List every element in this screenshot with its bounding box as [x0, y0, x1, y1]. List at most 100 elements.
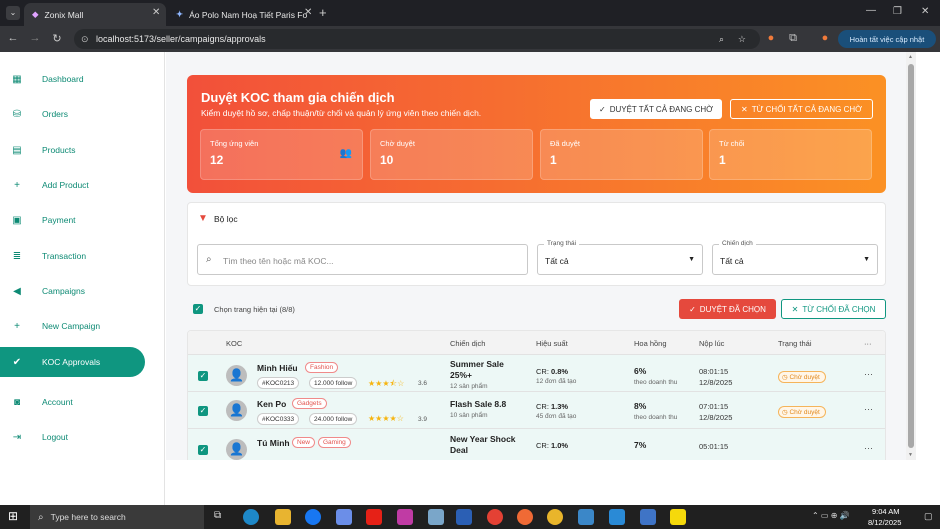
sidebar-item-add-product[interactable]: + Add Product	[0, 170, 145, 200]
site-info-icon: ⊙	[81, 33, 89, 44]
sidebar-item-logout[interactable]: ⇥ Logout	[0, 422, 145, 452]
campaign-value: Tất cả	[720, 256, 744, 266]
app-icon[interactable]	[428, 509, 444, 525]
youtube-icon[interactable]	[366, 509, 382, 525]
sidebar-item-campaigns[interactable]: ◀ Campaigns	[0, 276, 145, 306]
sidebar-item-new-campaign[interactable]: + New Campaign	[0, 311, 145, 341]
status-text: Chờ duyệt	[789, 374, 820, 381]
forward-icon[interactable]: →	[28, 32, 42, 44]
column-menu-icon[interactable]: ···	[864, 339, 872, 348]
sidebar-item-payment[interactable]: ▣ Payment	[0, 205, 145, 235]
campaign-name: Flash Sale 8.8	[450, 399, 507, 409]
url-text: localhost:5173/seller/campaigns/approval…	[96, 34, 266, 44]
page-title: Duyệt KOC tham gia chiến dịch	[201, 90, 395, 105]
browser-toolbar: ← → ↻ ⊙ localhost:5173/seller/campaigns/…	[0, 26, 940, 52]
page-header-card: Duyệt KOC tham gia chiến dịch Kiểm duyệt…	[187, 75, 886, 193]
filter-panel: ▼ Bộ lọc ⌕ Tìm theo tên hoặc mã KOC... T…	[187, 202, 886, 286]
system-tray-icons[interactable]: ⌃ ▭ ⊕ 🔊	[812, 511, 850, 520]
sidebar-item-transaction[interactable]: ≣ Transaction	[0, 241, 145, 271]
jetbrains-icon[interactable]	[397, 509, 413, 525]
status-badge: ◷ Chờ duyệt	[778, 406, 826, 418]
search-input[interactable]: ⌕ Tìm theo tên hoặc mã KOC...	[197, 244, 528, 275]
search-placeholder: Tìm theo tên hoặc mã KOC...	[223, 256, 334, 266]
row-menu-icon[interactable]: ⋯	[864, 443, 873, 454]
sidebar-item-dashboard[interactable]: ▦ Dashboard	[0, 64, 145, 94]
people-icon: 👥	[339, 148, 352, 159]
sticky-notes-icon[interactable]	[670, 509, 686, 525]
sidebar-item-koc-approvals[interactable]: ✔ KOC Approvals	[0, 347, 145, 377]
close-tab-icon[interactable]: ✕	[152, 7, 160, 18]
page-scrollbar[interactable]: ▲ ▼	[906, 52, 916, 460]
scroll-thumb[interactable]	[908, 64, 914, 448]
new-tab-icon[interactable]: +	[319, 5, 327, 20]
profile-avatar-icon[interactable]: ●	[818, 32, 832, 44]
row-menu-icon[interactable]: ⋯	[864, 369, 873, 380]
list-icon: ≣	[12, 250, 22, 262]
rating-stars-icon: ★★★⯪☆	[368, 379, 405, 388]
commission-basis: theo doanh thu	[634, 414, 678, 421]
scroll-up-icon[interactable]: ▲	[908, 54, 913, 60]
minimize-icon[interactable]: —	[866, 5, 876, 16]
remote-desktop-icon[interactable]	[578, 509, 594, 525]
status-badge: ◷ Chờ duyệt	[778, 371, 826, 383]
tab-polo[interactable]: ✦ Áo Polo Nam Hoạ Tiết Paris Fo	[168, 3, 312, 26]
task-view-icon[interactable]: ⧉	[214, 510, 221, 521]
avatar: 👤	[226, 439, 247, 460]
image-app-icon[interactable]	[640, 509, 656, 525]
row-checkbox[interactable]: ✓	[198, 445, 208, 455]
reject-selected-button[interactable]: ✕ TỪ CHỐI ĐÃ CHỌN	[781, 299, 886, 319]
chrome-icon[interactable]	[487, 509, 503, 525]
chrome-active-icon[interactable]	[547, 509, 563, 525]
extension-icon[interactable]: ●	[764, 32, 778, 44]
edge-icon[interactable]	[243, 509, 259, 525]
sidebar-item-account[interactable]: ◙ Account	[0, 387, 145, 417]
koc-code-chip: #KOC0213	[257, 377, 300, 389]
table-row[interactable]: ✓ 👤 Ken Po Gadgets #KOC0333 24.000 follo…	[188, 392, 885, 429]
windows-start-icon[interactable]: ⊞	[8, 509, 18, 523]
approve-selected-button[interactable]: ✓ DUYỆT ĐÃ CHỌN	[679, 299, 776, 319]
file-explorer-icon[interactable]	[275, 509, 291, 525]
table-row[interactable]: ✓ 👤 Tú Minh New Gaming New Year Shock De…	[188, 429, 885, 460]
reject-all-button[interactable]: ✕ TỪ CHỐI TẤT CẢ ĐANG CHỜ	[730, 99, 873, 119]
wallet-icon: ▣	[12, 214, 22, 226]
postman-icon[interactable]	[517, 509, 533, 525]
bookmark-star-icon[interactable]: ☆	[738, 34, 746, 45]
restore-icon[interactable]: ❐	[893, 6, 902, 17]
approve-all-button[interactable]: ✓ DUYỆT TẤT CẢ ĐANG CHỜ	[590, 99, 722, 119]
update-browser-button[interactable]: Hoàn tất việc cập nhật	[838, 30, 936, 48]
word-icon[interactable]	[456, 509, 472, 525]
row-menu-icon[interactable]: ⋯	[864, 404, 873, 415]
site-favicon-icon: ✦	[176, 9, 184, 19]
sidebar-item-label: Add Product	[42, 180, 89, 190]
campaign-label: Chiến dịch	[719, 240, 756, 247]
tab-zonix-mall[interactable]: ◆ Zonix Mall	[24, 3, 166, 26]
facebook-icon[interactable]	[305, 509, 321, 525]
campaign-select[interactable]: Chiến dịch Tất cả ▼	[712, 240, 878, 275]
notification-icon[interactable]: ▢	[924, 511, 933, 522]
vscode-icon[interactable]	[609, 509, 625, 525]
clock-time: 9:04 AM	[872, 507, 900, 516]
select-page-checkbox[interactable]: ✓	[193, 304, 203, 314]
sidebar-item-label: Account	[42, 397, 73, 407]
close-tab-icon[interactable]: ✕	[304, 7, 312, 18]
followers-chip: 12.000 follow	[309, 377, 358, 389]
reload-icon[interactable]: ↻	[50, 32, 64, 45]
zoom-icon[interactable]: ⌕	[719, 34, 724, 45]
address-bar[interactable]: ⊙ localhost:5173/seller/campaigns/approv…	[74, 29, 760, 49]
row-checkbox[interactable]: ✓	[198, 371, 208, 381]
tab-list-button[interactable]: ⌄	[6, 6, 20, 20]
sidebar-item-orders[interactable]: ⛁ Orders	[0, 99, 145, 129]
taskbar-search[interactable]: ⌕ Type here to search	[30, 505, 204, 529]
close-window-icon[interactable]: ✕	[921, 6, 929, 17]
row-checkbox[interactable]: ✓	[198, 406, 208, 416]
status-select[interactable]: Trạng thái Tất cả ▼	[537, 240, 703, 275]
table-row[interactable]: ✓ 👤 Minh Hiếu Fashion #KOC0213 12.000 fo…	[188, 355, 885, 392]
sidebar-item-products[interactable]: ▤ Products	[0, 135, 145, 165]
account-icon: ◙	[13, 396, 21, 408]
scroll-down-icon[interactable]: ▼	[908, 452, 913, 458]
plus-icon: +	[14, 320, 20, 332]
koc-code-chip: #KOC0333	[257, 413, 300, 425]
back-icon[interactable]: ←	[6, 32, 20, 44]
store-icon[interactable]	[336, 509, 352, 525]
extensions-puzzle-icon[interactable]: ⧉	[786, 32, 800, 45]
